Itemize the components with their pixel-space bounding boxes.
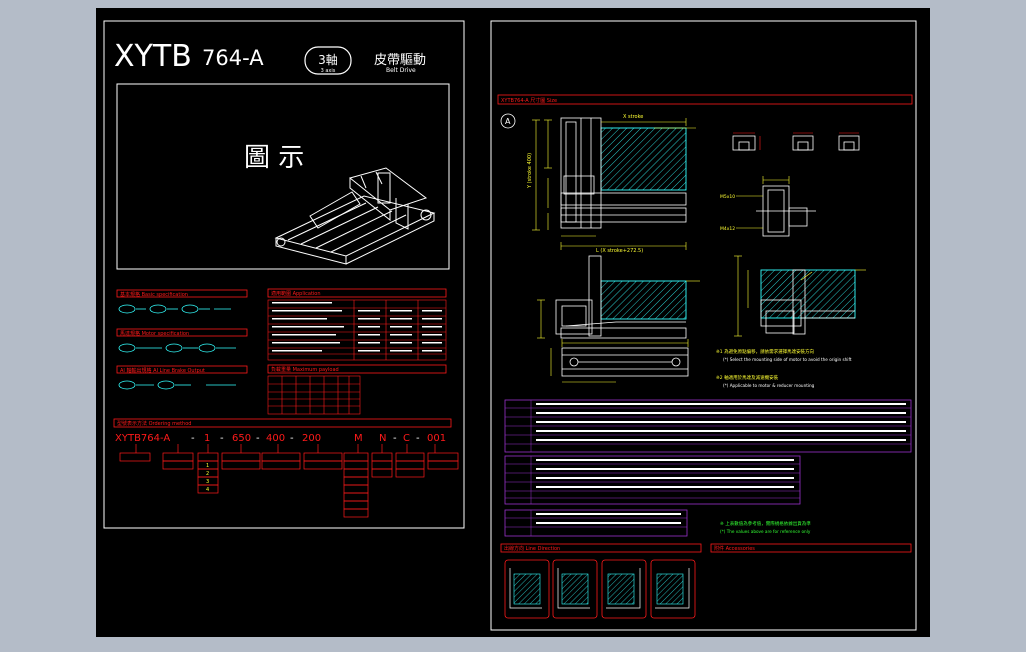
dimension-title: XYTB764-A 尺寸圖 Size (501, 97, 557, 104)
order-code-axis: 1 (204, 433, 210, 444)
order-code-sep: - (290, 433, 294, 444)
profile-details (732, 135, 860, 151)
note-1-cn: ※1 為避免原點偏移，請依需求選擇馬達安裝方向 (716, 348, 815, 355)
order-code-cable: C (403, 433, 410, 444)
order-code-sep: - (393, 433, 397, 444)
footnote-cn: ※ 上表數值為參考值，實際規格依據出貨為準 (720, 520, 811, 527)
ordering-code: XYTB764-A - 1 - 650 - 400 - 200 M N - C … (115, 433, 446, 444)
ai-output-symbols (118, 380, 236, 390)
ordering-label: 型號表示方法 Ordering method (117, 420, 191, 427)
model-number: 764-A (202, 46, 264, 70)
basic-spec-symbols (118, 304, 231, 314)
order-code-model: XYTB764-A (115, 433, 170, 444)
spec-table-2 (504, 455, 801, 505)
view-label: A (505, 117, 511, 126)
axis-badge-text: 3軸 (318, 53, 338, 67)
line-direction-option-3 (601, 559, 647, 619)
right-sheet-frame (490, 20, 917, 631)
order-option-4: 4 (206, 487, 209, 493)
payload-table (267, 375, 361, 415)
line-direction-option-4 (650, 559, 696, 619)
ordering-option-numbers: 1 2 3 4 (206, 463, 209, 493)
order-code-sep: - (416, 433, 420, 444)
order-option-2: 2 (206, 471, 209, 477)
note-2-cn: ※2 軸適用於馬達及減速機安裝 (716, 374, 779, 381)
drive-type-cn: 皮帶驅動 (374, 53, 426, 68)
spec-table-1 (504, 399, 912, 453)
ordering-option-boxes (119, 444, 459, 518)
footnote-en: (*) The values above are for reference o… (720, 529, 811, 534)
order-code-sep: - (220, 433, 224, 444)
note-2-en: (*) Applicable to motor & reducer mounti… (723, 383, 815, 388)
top-view-drawing: X stroke Y (stroke 400) L (X stroke+272.… (527, 114, 696, 254)
profile-detail-dims (733, 132, 859, 150)
order-code-version: 001 (427, 433, 446, 444)
figure-box (116, 83, 450, 270)
left-sheet-frame (103, 20, 465, 529)
ai-output-label: AI 軸輸出規格 AI Line Brake Output (120, 367, 205, 374)
side-elevation-drawing (734, 255, 866, 337)
motor-section-view: M5x10 M4x12 (720, 176, 816, 237)
order-code-sep: - (191, 433, 195, 444)
notes-block: ※1 為避免原點偏移，請依需求選擇馬達安裝方向 (*) Select the m… (716, 348, 852, 388)
order-code-x-stroke: 650 (232, 433, 251, 444)
line-direction-option-1 (504, 559, 550, 619)
drive-type-en: Belt Drive (386, 67, 416, 74)
line-direction-label: 出線方向 Line Direction (504, 545, 560, 552)
order-option-1: 1 (206, 463, 209, 469)
order-code-sep: - (256, 433, 260, 444)
applicable-table-fill (272, 302, 442, 352)
order-code-brake: N (379, 433, 386, 444)
line-direction-option-2 (552, 559, 598, 619)
bolt-label: M5x10 (720, 194, 735, 200)
order-code-z-stroke: 200 (302, 433, 321, 444)
x-stroke-label: X stroke (623, 114, 643, 120)
motor-spec-symbols (118, 343, 236, 353)
order-code-motor: M (354, 433, 363, 444)
note-1-en: (*) Select the mounting side of motor to… (723, 357, 852, 362)
front-view-drawing (537, 255, 700, 339)
y-stroke-label: Y (stroke 400) (527, 153, 533, 189)
isometric-module-sketch (274, 167, 436, 265)
cad-drawing: XYTB 764-A 3軸 3 axis 皮帶驅動 Belt Drive 圖 示… (103, 20, 917, 631)
spec-table-3 (504, 509, 688, 537)
bolt-label-2: M4x12 (720, 226, 735, 232)
accessories-label: 附件 Accessories (714, 545, 755, 552)
l-stroke-label: L (X stroke+272.5) (596, 248, 643, 254)
payload-label: 負載重量 Maximum payload (271, 366, 339, 373)
drawing-canvas: XYTB 764-A 3軸 3 axis 皮帶驅動 Belt Drive 圖 示… (96, 8, 930, 637)
applicable-label: 適用範圍 Application (271, 290, 321, 297)
basic-spec-label: 基本規格 Basic specification (120, 291, 188, 298)
motor-spec-label: 馬達規格 Motor specification (120, 330, 189, 337)
bottom-profile-drawing (550, 339, 689, 383)
figure-title: 圖 示 (244, 143, 304, 173)
order-option-3: 3 (206, 479, 209, 485)
dimension-title-bar (497, 94, 913, 105)
model-title: XYTB (114, 39, 192, 74)
order-code-y-stroke: 400 (266, 433, 285, 444)
line-direction-options (504, 559, 696, 619)
axis-badge-subtext: 3 axis (321, 68, 336, 74)
